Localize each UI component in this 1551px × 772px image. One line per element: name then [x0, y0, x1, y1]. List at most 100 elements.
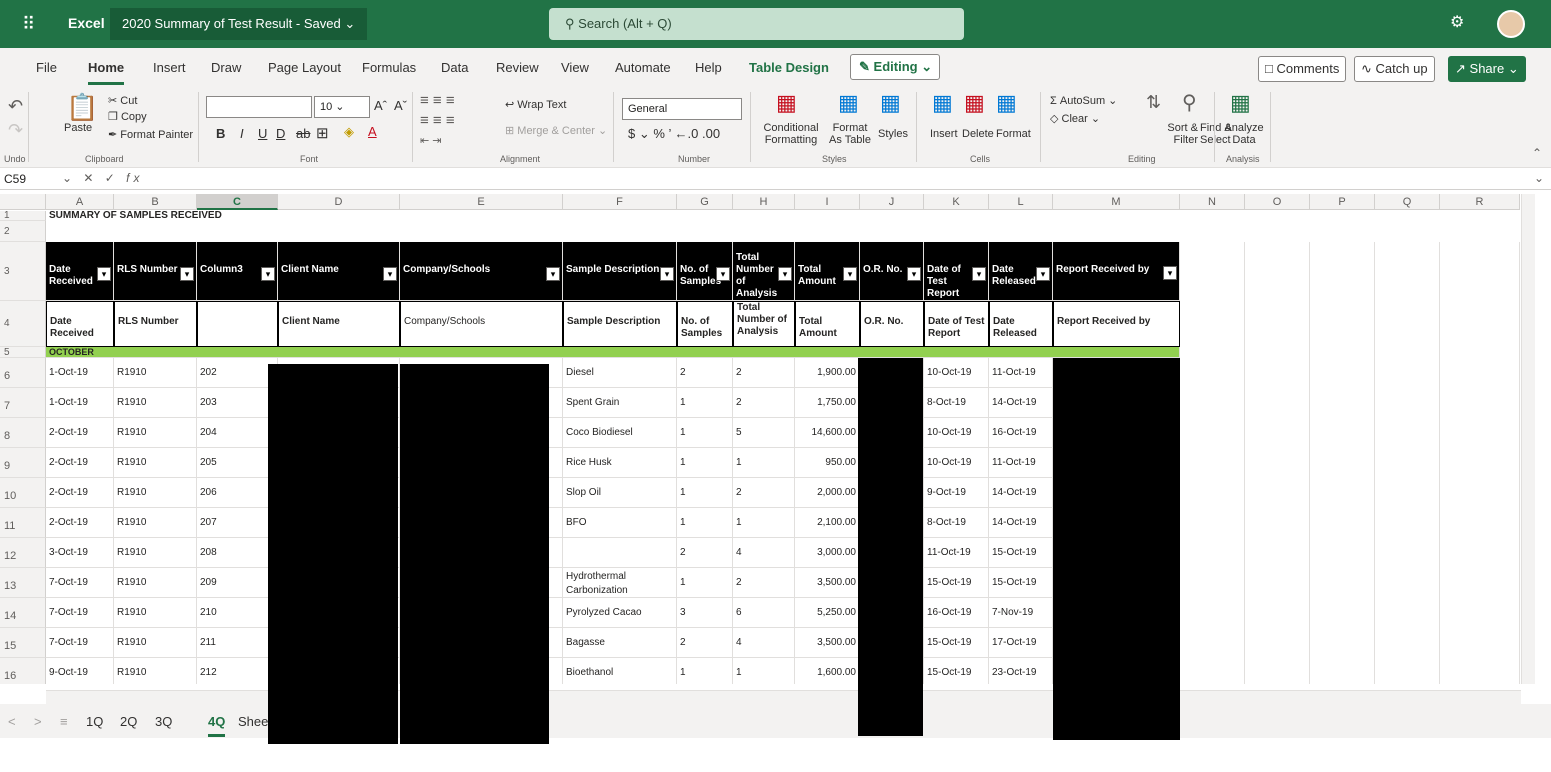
table-cell[interactable]: 2-Oct-19	[46, 418, 114, 448]
table-header-cell[interactable]: Company/Schools	[400, 242, 563, 301]
comments-button[interactable]: □ Comments	[1258, 56, 1347, 82]
empty-cell[interactable]	[1245, 242, 1310, 684]
table-cell[interactable]: 11-Oct-19	[924, 538, 989, 568]
spreadsheet-grid[interactable]: A B C D E F G H I J K L M N O P Q R 1 2 3 4 5 SUMMARY OF SAMPLE…	[0, 194, 1521, 684]
filter-dropdown-icon[interactable]: ▾	[843, 267, 857, 281]
table-cell[interactable]: R1910	[114, 418, 197, 448]
table-cell[interactable]: 16-Oct-19	[924, 598, 989, 628]
table-cell[interactable]: 15-Oct-19	[924, 628, 989, 658]
table-cell[interactable]: 10-Oct-19	[924, 448, 989, 478]
table-cell[interactable]: 3,000.00	[795, 538, 860, 568]
cut-button[interactable]: ✂ Cut	[108, 94, 137, 107]
copy-button[interactable]: ❐ Copy	[108, 110, 147, 123]
filter-dropdown-icon[interactable]: ▾	[660, 267, 674, 281]
table-header-cell[interactable]: Client Name	[278, 242, 400, 301]
search-input[interactable]: ⚲ Search (Alt + Q)	[549, 8, 964, 40]
double-underline-icon[interactable]: D	[276, 126, 285, 141]
table-cell[interactable]: R1910	[114, 598, 197, 628]
table-cell[interactable]: 1	[733, 508, 795, 538]
empty-cell[interactable]	[1310, 242, 1375, 684]
table-cell[interactable]: 1	[677, 508, 733, 538]
font-color-icon[interactable]: A	[368, 124, 377, 139]
filter-dropdown-icon[interactable]: ▾	[261, 267, 275, 281]
row-header-9[interactable]: 9	[0, 448, 46, 478]
table-cell[interactable]: R1910	[114, 538, 197, 568]
row-header-16[interactable]: 16	[0, 658, 46, 684]
column-header-k[interactable]: K	[924, 194, 989, 210]
sheet-tab-2q[interactable]: 2Q	[120, 714, 137, 729]
table-cell[interactable]: R1910	[114, 478, 197, 508]
fx-icon[interactable]: fx	[126, 171, 143, 185]
column-header-n[interactable]: N	[1180, 194, 1245, 210]
table-cell[interactable]: 212	[197, 658, 278, 684]
table-cell[interactable]: 205	[197, 448, 278, 478]
next-sheet-icon[interactable]: >	[34, 714, 42, 729]
table-cell[interactable]: 17-Oct-19	[989, 628, 1053, 658]
table-cell[interactable]: Rice Husk	[563, 448, 677, 478]
paste-icon[interactable]: 📋	[66, 92, 98, 123]
table-cell[interactable]: 1	[677, 388, 733, 418]
indent-icons[interactable]: ⇤ ⇥	[420, 134, 442, 147]
table-cell[interactable]: 1	[677, 568, 733, 598]
table-cell[interactable]: 7-Nov-19	[989, 598, 1053, 628]
catch-up-button[interactable]: ∿ Catch up	[1354, 56, 1435, 82]
table-cell[interactable]: 1-Oct-19	[46, 358, 114, 388]
table-cell[interactable]: 1	[677, 478, 733, 508]
table-cell[interactable]: 14-Oct-19	[989, 508, 1053, 538]
format-painter-button[interactable]: ✒ Format Painter	[108, 128, 193, 141]
table-cell[interactable]: 208	[197, 538, 278, 568]
empty-cell[interactable]	[1375, 242, 1440, 684]
prev-sheet-icon[interactable]: <	[8, 714, 16, 729]
table-cell[interactable]: 8-Oct-19	[924, 508, 989, 538]
sheet-tab-4q[interactable]: 4Q	[208, 714, 226, 737]
table-cell[interactable]: 1	[733, 658, 795, 684]
table-cell[interactable]: 202	[197, 358, 278, 388]
table-cell[interactable]: 2	[677, 538, 733, 568]
table-cell[interactable]: 2	[733, 388, 795, 418]
table-cell[interactable]: 2	[677, 358, 733, 388]
row-header-14[interactable]: 14	[0, 598, 46, 628]
sort-filter-icon[interactable]: ⇅	[1146, 92, 1161, 113]
empty-cell[interactable]	[1440, 242, 1520, 684]
table-cell[interactable]: R1910	[114, 658, 197, 684]
filter-dropdown-icon[interactable]: ▾	[1036, 267, 1050, 281]
tab-review[interactable]: Review	[496, 60, 539, 75]
tab-file[interactable]: File	[36, 60, 57, 75]
table-cell[interactable]: 207	[197, 508, 278, 538]
table-cell[interactable]: R1910	[114, 568, 197, 598]
decrease-font-icon[interactable]: Aˇ	[394, 98, 407, 113]
gear-icon[interactable]: ⚙	[1450, 12, 1464, 32]
column-header-d[interactable]: D	[278, 194, 400, 210]
row-header-2[interactable]: 2	[0, 221, 46, 242]
column-header-l[interactable]: L	[989, 194, 1053, 210]
table-cell[interactable]: 3,500.00	[795, 628, 860, 658]
analyze-data-button[interactable]: Analyze Data	[1224, 122, 1264, 146]
tab-automate[interactable]: Automate	[615, 60, 671, 75]
table-cell[interactable]: 23-Oct-19	[989, 658, 1053, 684]
table-cell[interactable]: R1910	[114, 448, 197, 478]
vertical-scrollbar[interactable]	[1521, 194, 1535, 684]
tab-insert[interactable]: Insert	[153, 60, 186, 75]
table-cell[interactable]: 7-Oct-19	[46, 598, 114, 628]
table-cell[interactable]: 1,600.00	[795, 658, 860, 684]
table-header-cell[interactable]: Report Received by	[1053, 242, 1180, 301]
document-title[interactable]: 2020 Summary of Test Result - Saved ⌄	[110, 8, 368, 40]
table-cell[interactable]: 10-Oct-19	[924, 358, 989, 388]
insert-cells-icon[interactable]: ▦	[932, 90, 953, 116]
tab-table-design[interactable]: Table Design	[749, 60, 829, 75]
table-cell[interactable]: 8-Oct-19	[924, 388, 989, 418]
styles-button[interactable]: Styles	[878, 128, 908, 140]
table-cell[interactable]: 7-Oct-19	[46, 568, 114, 598]
filter-dropdown-icon[interactable]: ▾	[97, 267, 111, 281]
table-cell[interactable]: 1	[677, 658, 733, 684]
row-header-15[interactable]: 15	[0, 628, 46, 658]
bold-icon[interactable]: B	[216, 126, 225, 141]
app-name[interactable]: Excel	[68, 15, 105, 31]
table-cell[interactable]: 2-Oct-19	[46, 508, 114, 538]
table-cell[interactable]: 4	[733, 538, 795, 568]
analyze-data-icon[interactable]: ▦	[1230, 90, 1251, 116]
autosum-button[interactable]: Σ AutoSum ⌄	[1050, 94, 1117, 107]
row-header-8[interactable]: 8	[0, 418, 46, 448]
table-cell[interactable]: 3	[677, 598, 733, 628]
italic-icon[interactable]: I	[240, 126, 244, 141]
